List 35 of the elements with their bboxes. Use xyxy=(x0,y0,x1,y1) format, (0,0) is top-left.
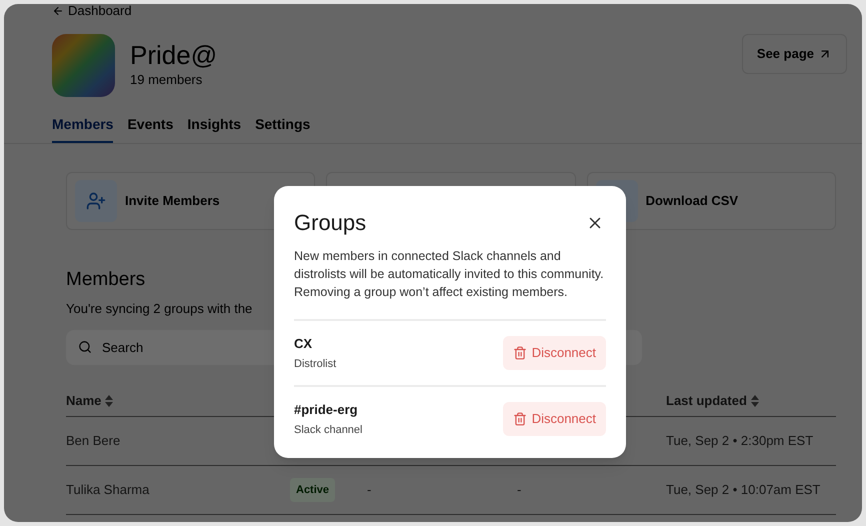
section-title: Members xyxy=(66,268,146,292)
table-cell-text: Tue, Sep 2 • 10:07am EST xyxy=(666,481,820,500)
disconnect-button[interactable]: Disconnect xyxy=(502,402,606,436)
search-icon xyxy=(78,340,92,354)
group-name: CX xyxy=(294,335,314,353)
community-title: Pride@ xyxy=(130,40,218,70)
action-label: Invite Members xyxy=(125,192,220,210)
user-plus-icon xyxy=(86,191,106,211)
status-badge: Active xyxy=(290,478,336,502)
tab[interactable]: Settings xyxy=(255,114,310,143)
table-cell-text: - xyxy=(517,481,522,500)
group-type: Slack channel xyxy=(294,422,362,438)
member-count: 19 members xyxy=(130,71,204,89)
column-header: Name xyxy=(66,392,102,410)
disconnect-button[interactable]: Disconnect xyxy=(502,336,606,370)
trash-icon xyxy=(512,346,527,360)
table-cell-text: Tulika Sharma xyxy=(66,481,150,500)
table-cell-text: - xyxy=(367,481,372,500)
see-page-button[interactable]: See page xyxy=(742,34,847,74)
group-type: Distrolist xyxy=(294,356,336,372)
dialog-description: New members in connected Slack channels and distrolists will be automatically invited to this community. Removing a group won’t affect existing members. xyxy=(294,248,605,301)
back-arrow-icon xyxy=(52,5,64,17)
sort-icon[interactable] xyxy=(750,394,759,406)
tab[interactable]: Events xyxy=(127,114,174,143)
table-cell-text: Tue, Sep 2 • 2:30pm EST xyxy=(666,432,814,450)
sort-icon[interactable] xyxy=(105,394,114,406)
trash-icon xyxy=(512,412,527,426)
table-cell-text: Ben Bere xyxy=(66,432,120,450)
section-subtitle: You're syncing 2 groups with the xyxy=(66,300,252,318)
back-link[interactable]: Dashboard xyxy=(52,4,132,18)
group-name: #pride-erg xyxy=(294,401,359,419)
action-label: Download CSV xyxy=(646,192,738,210)
column-header: Last updated xyxy=(666,392,747,410)
tab[interactable]: Insights xyxy=(187,114,242,143)
photo-placeholder xyxy=(52,34,115,97)
